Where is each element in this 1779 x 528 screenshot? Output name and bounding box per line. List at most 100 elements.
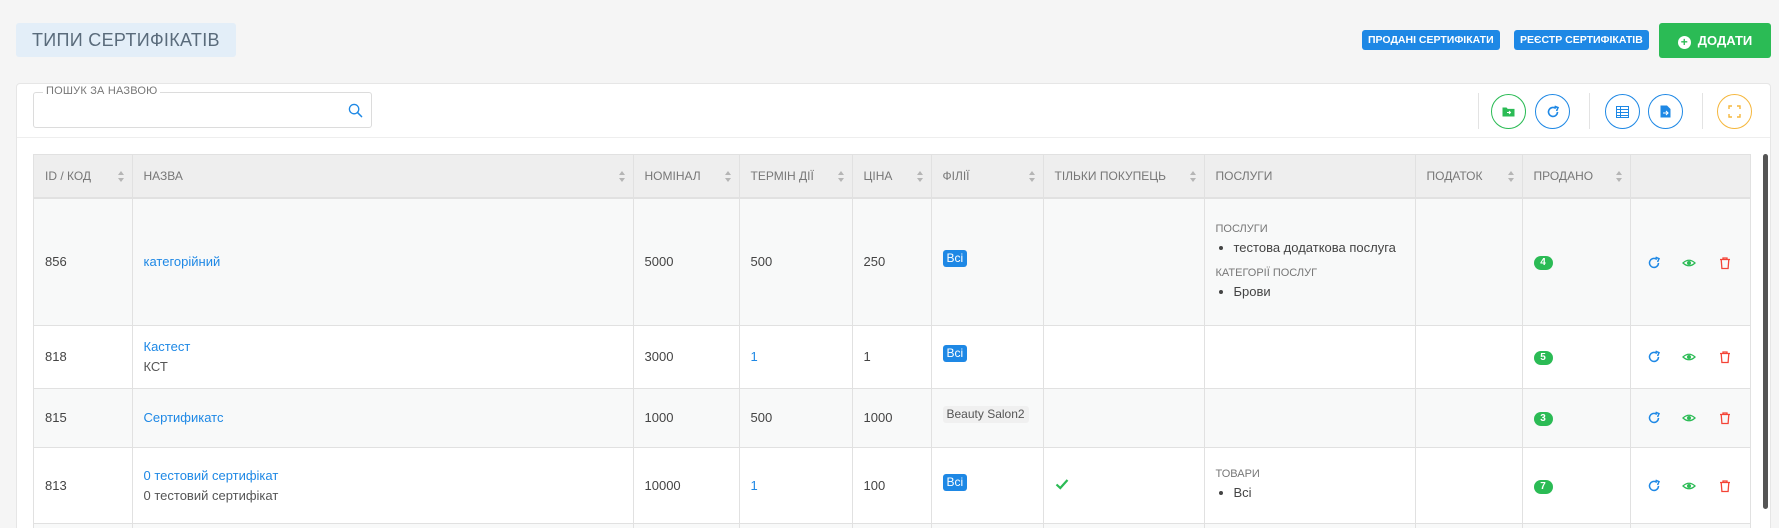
fullscreen-button[interactable]	[1717, 94, 1752, 129]
search-icon[interactable]	[348, 103, 363, 118]
cell-sold	[1522, 523, 1631, 528]
column-header-id[interactable]: ID / КОД	[34, 155, 133, 199]
certificate-code: КСТ	[143, 359, 168, 374]
page-title: ТИПИ СЕРТИФІКАТІВ	[16, 23, 236, 57]
column-header-price[interactable]: ЦІНА	[852, 155, 932, 199]
search-field[interactable]: ПОШУК ЗА НАЗВОЮ	[33, 85, 372, 128]
sort-icon[interactable]	[1507, 171, 1515, 182]
eye-icon[interactable]	[1682, 256, 1697, 270]
cell-price	[852, 523, 932, 528]
add-button-label: ДОДАТИ	[1697, 33, 1753, 48]
column-header-actions	[1630, 155, 1750, 199]
trash-icon[interactable]	[1718, 256, 1732, 270]
cell-services	[1204, 388, 1416, 448]
export-button[interactable]	[1648, 94, 1683, 129]
refresh-icon[interactable]	[1647, 256, 1661, 270]
sold-certificates-button[interactable]: ПРОДАНІ СЕРТИФІКАТИ	[1362, 30, 1500, 50]
column-header-label: ФІЛІЇ	[942, 169, 970, 183]
cell-id: 818	[34, 325, 133, 389]
panel-divider	[17, 137, 1770, 138]
cell-term	[739, 523, 853, 528]
sort-icon[interactable]	[117, 171, 125, 182]
cell-actions	[1630, 198, 1750, 326]
cell-nominal: 10000	[633, 447, 740, 524]
column-header-tax[interactable]: ПОДАТОК	[1415, 155, 1523, 199]
refresh-button[interactable]	[1535, 94, 1570, 129]
table-row: 818 Кастест КСТ 3000 1 1 Всі 5	[34, 325, 1750, 389]
sort-icon[interactable]	[618, 171, 626, 182]
cell-term: 1	[739, 325, 853, 389]
branch-badge: Всі	[942, 473, 968, 491]
cell-price: 100	[852, 447, 932, 524]
certificate-name-link[interactable]: Кастест	[144, 339, 622, 354]
search-label: ПОШУК ЗА НАЗВОЮ	[43, 85, 161, 97]
toolbar-divider	[1478, 93, 1479, 129]
cell-services	[1204, 523, 1416, 528]
certificate-name-link[interactable]: 0 тестовий сертифікат	[144, 468, 622, 483]
eye-icon[interactable]	[1682, 350, 1697, 364]
column-header-services: ПОСЛУГИ	[1204, 155, 1416, 199]
certificate-name-link[interactable]: Сертификатс	[144, 410, 622, 425]
toolbar-divider	[1702, 93, 1703, 129]
cell-branch: Beauty Salon2	[931, 388, 1044, 448]
toolbar-divider	[1589, 93, 1590, 129]
cell-nominal: 5000	[633, 198, 740, 326]
sold-count-badge: 5	[1533, 351, 1553, 365]
search-input[interactable]	[40, 99, 340, 121]
goods-list: Всі	[1234, 484, 1404, 502]
cell-sold: 4	[1522, 198, 1631, 326]
sort-icon[interactable]	[724, 171, 732, 182]
cell-branch: Всі	[931, 198, 1044, 326]
certificates-table: ID / КОД НАЗВА НОМІНАЛ ТЕРМІН ДІЇ ЦІНА Ф…	[33, 154, 1751, 528]
cell-buyer-only	[1043, 198, 1205, 326]
sold-count-badge: 3	[1533, 412, 1553, 426]
cell-price: 1	[852, 325, 932, 389]
branch-badge: Всі	[942, 345, 968, 363]
column-header-nominal[interactable]: НОМІНАЛ	[633, 155, 740, 199]
certificate-registry-button[interactable]: РЕЄСТР СЕРТИФІКАТІВ	[1514, 30, 1649, 50]
column-header-sold[interactable]: ПРОДАНО	[1522, 155, 1631, 199]
cell-actions	[1630, 447, 1750, 524]
cell-actions	[1630, 325, 1750, 389]
eye-icon[interactable]	[1682, 411, 1697, 425]
column-header-term[interactable]: ТЕРМІН ДІЇ	[739, 155, 853, 199]
cell-tax	[1415, 388, 1523, 448]
refresh-icon[interactable]	[1647, 350, 1661, 364]
cell-branch: Всі	[931, 325, 1044, 389]
vertical-scrollbar[interactable]	[1763, 154, 1768, 509]
trash-icon[interactable]	[1718, 350, 1732, 364]
trash-icon[interactable]	[1718, 479, 1732, 493]
refresh-icon[interactable]	[1647, 479, 1661, 493]
sold-count-badge: 4	[1533, 256, 1553, 271]
refresh-icon[interactable]	[1647, 411, 1661, 425]
folder-button[interactable]	[1491, 94, 1526, 129]
services-heading: ПОСЛУГИ	[1215, 222, 1268, 235]
column-header-buyer-only[interactable]: ТІЛЬКИ ПОКУПЕЦЬ	[1043, 155, 1205, 199]
column-header-label: ТЕРМІН ДІЇ	[750, 169, 814, 183]
cell-actions	[1630, 523, 1750, 528]
eye-icon[interactable]	[1682, 479, 1697, 493]
column-header-name[interactable]: НАЗВА	[132, 155, 634, 199]
cell-actions	[1630, 388, 1750, 448]
cell-branch: Всі	[931, 447, 1044, 524]
sort-icon[interactable]	[1028, 171, 1036, 182]
cell-id: 813	[34, 447, 133, 524]
column-header-branches[interactable]: ФІЛІЇ	[931, 155, 1044, 199]
term-value: 1	[750, 349, 758, 364]
cell-tax	[1415, 198, 1523, 326]
file-export-icon	[1660, 105, 1671, 118]
add-button[interactable]: + ДОДАТИ	[1659, 23, 1771, 58]
cell-nominal: 3000	[633, 325, 740, 389]
sort-icon[interactable]	[837, 171, 845, 182]
cell-name: Кастест КСТ	[132, 325, 634, 389]
sort-icon[interactable]	[916, 171, 924, 182]
columns-button[interactable]	[1605, 94, 1640, 129]
sort-icon[interactable]	[1189, 171, 1197, 182]
cell-sold: 7	[1522, 447, 1631, 524]
column-header-label: НОМІНАЛ	[644, 169, 701, 183]
certificate-name-link[interactable]: категорійний	[144, 254, 622, 269]
column-header-label: ID / КОД	[45, 169, 92, 183]
trash-icon[interactable]	[1718, 411, 1732, 425]
table-header-row: ID / КОД НАЗВА НОМІНАЛ ТЕРМІН ДІЇ ЦІНА Ф…	[34, 155, 1750, 199]
sort-icon[interactable]	[1615, 171, 1623, 182]
